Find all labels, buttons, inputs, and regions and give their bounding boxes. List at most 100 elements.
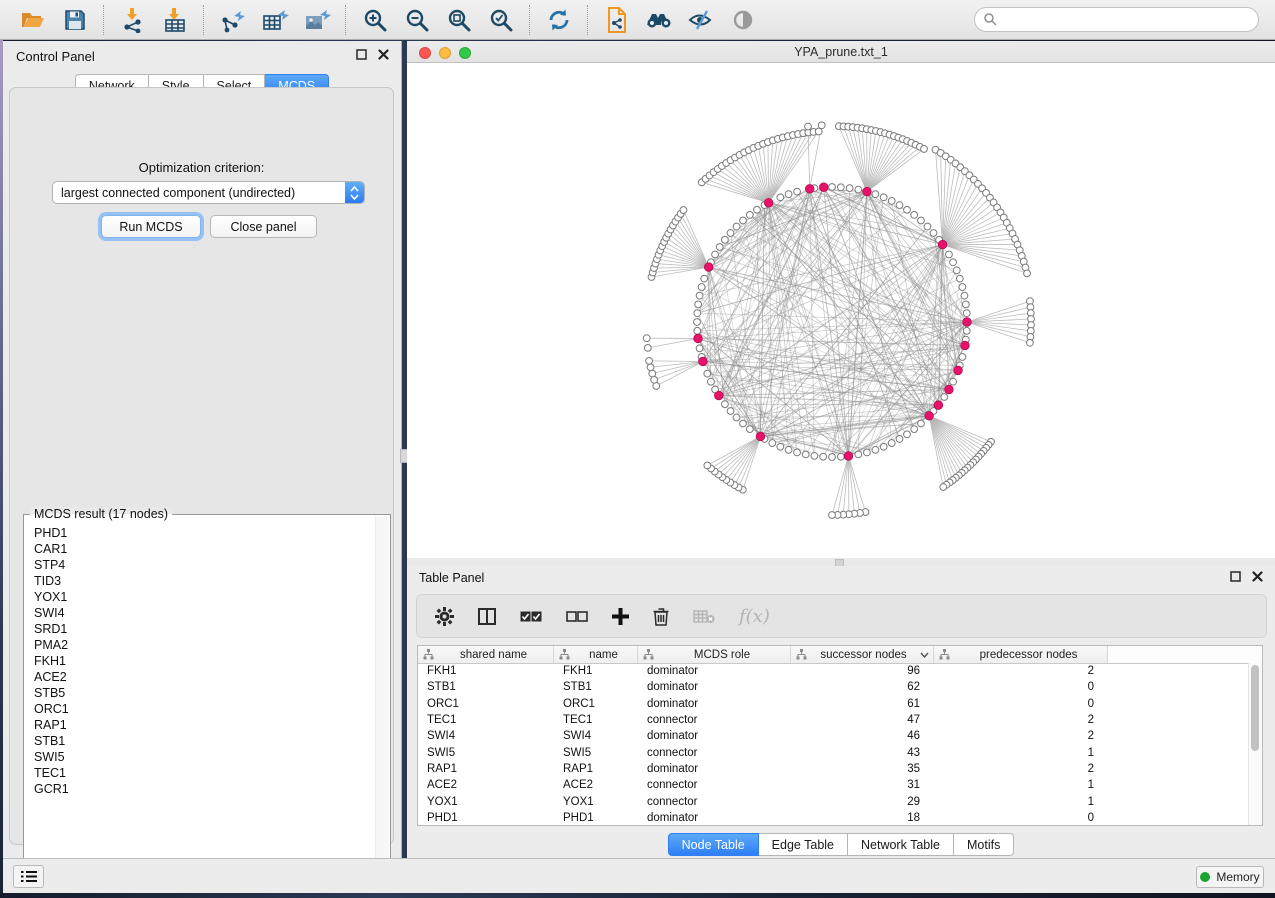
zoom-in-icon[interactable] [360, 6, 390, 34]
mcds-result-item[interactable]: ACE2 [26, 669, 374, 685]
network-window-titlebar[interactable]: YPA_prune.txt_1 [407, 41, 1275, 63]
close-panel-icon[interactable] [378, 49, 389, 60]
graph-node[interactable] [855, 186, 862, 193]
column-header-name[interactable]: name [554, 646, 638, 663]
graph-node[interactable] [727, 230, 734, 237]
graph-hub-node[interactable] [704, 263, 713, 272]
graph-hub-node[interactable] [954, 366, 963, 375]
table-row[interactable]: FKH1FKH1dominator962 [418, 663, 1249, 679]
mcds-result-item[interactable]: GCR1 [26, 781, 374, 797]
graph-hub-node[interactable] [925, 411, 934, 420]
mcds-result-item[interactable]: TID3 [26, 573, 374, 589]
graph-node[interactable] [802, 451, 809, 458]
mcds-result-item[interactable]: TEC1 [26, 765, 374, 781]
graph-node[interactable] [820, 453, 827, 460]
graph-node[interactable] [896, 202, 903, 209]
float-panel-icon[interactable] [356, 49, 367, 60]
mcds-result-item[interactable]: FKH1 [26, 653, 374, 669]
graph-hub-node[interactable] [699, 357, 708, 366]
graph-node[interactable] [911, 426, 918, 433]
mcds-result-item[interactable]: CAR1 [26, 541, 374, 557]
graph-node[interactable] [855, 451, 862, 458]
graph-node[interactable] [746, 426, 753, 433]
graph-node[interactable] [896, 436, 903, 443]
graph-node[interactable] [904, 431, 911, 438]
graph-node[interactable] [701, 275, 708, 282]
table-row[interactable]: RAP1RAP1dominator352 [418, 761, 1249, 777]
graph-hub-node[interactable] [938, 240, 947, 249]
mcds-result-item[interactable]: STB5 [26, 685, 374, 701]
import-table-icon[interactable] [160, 6, 190, 34]
mcds-result-item[interactable]: PHD1 [26, 525, 374, 541]
save-icon[interactable] [60, 6, 90, 34]
add-column-icon[interactable] [612, 608, 629, 625]
graph-node[interactable] [721, 236, 728, 243]
graph-node[interactable] [696, 345, 703, 352]
table-row[interactable]: ORC1ORC1dominator610 [418, 696, 1249, 712]
tab-node-table[interactable]: Node Table [668, 833, 759, 856]
zoom-fit-icon[interactable] [444, 6, 474, 34]
show-columns-icon[interactable] [478, 608, 496, 625]
table-scrollbar[interactable] [1248, 663, 1262, 825]
optimization-criterion-dropdown[interactable]: largest connected component (undirected) [52, 181, 365, 204]
minimize-window-icon[interactable] [439, 47, 451, 59]
tab-network-table[interactable]: Network Table [848, 833, 954, 856]
graph-node[interactable] [695, 301, 702, 308]
graph-node[interactable] [911, 211, 918, 218]
table-scrollbar-thumb[interactable] [1251, 665, 1259, 751]
mcds-result-item[interactable]: SRD1 [26, 621, 374, 637]
mcds-result-item[interactable]: STP4 [26, 557, 374, 573]
graph-node[interactable] [924, 223, 931, 230]
graph-node[interactable] [959, 284, 966, 291]
open-icon[interactable] [18, 6, 48, 34]
graph-node[interactable] [872, 446, 879, 453]
graph-node[interactable] [727, 408, 734, 415]
graph-node[interactable] [941, 394, 948, 401]
graph-node[interactable] [721, 401, 728, 408]
graph-node[interactable] [644, 344, 651, 351]
graph-node[interactable] [918, 217, 925, 224]
graph-node[interactable] [880, 443, 887, 450]
table-row[interactable]: TEC1TEC1connector472 [418, 712, 1249, 728]
result-scrollbar[interactable] [375, 516, 389, 882]
task-history-button[interactable] [13, 865, 44, 888]
graph-node[interactable] [777, 443, 784, 450]
zoom-out-icon[interactable] [402, 6, 432, 34]
network-canvas[interactable] [407, 63, 1275, 558]
graph-node[interactable] [818, 122, 825, 129]
graph-node[interactable] [846, 185, 853, 192]
mcds-result-item[interactable]: SWI4 [26, 605, 374, 621]
select-all-icon[interactable] [520, 610, 542, 623]
graph-node[interactable] [754, 206, 761, 213]
graph-node[interactable] [946, 251, 953, 258]
graph-node[interactable] [963, 327, 970, 334]
export-network-icon[interactable] [218, 6, 248, 34]
graph-node[interactable] [961, 292, 968, 299]
graph-hub-node[interactable] [844, 452, 853, 461]
tab-motifs[interactable]: Motifs [954, 833, 1014, 856]
graph-node[interactable] [921, 146, 928, 153]
mcds-result-item[interactable]: YOX1 [26, 589, 374, 605]
table-row[interactable]: PHD1PHD1dominator180 [418, 810, 1249, 825]
graph-node[interactable] [950, 259, 957, 266]
mcds-result-item[interactable]: RAP1 [26, 717, 374, 733]
export-table-icon[interactable] [260, 6, 290, 34]
graph-hub-node[interactable] [934, 401, 943, 410]
tab-edge-table[interactable]: Edge Table [759, 833, 848, 856]
graph-node[interactable] [785, 446, 792, 453]
mcds-result-item[interactable]: SWI5 [26, 749, 374, 765]
zoom-selected-icon[interactable] [486, 6, 516, 34]
column-header-MCDS-role[interactable]: MCDS role [638, 646, 791, 663]
graph-hub-node[interactable] [961, 341, 970, 350]
column-header-shared-name[interactable]: shared name [418, 646, 554, 663]
graph-node[interactable] [888, 198, 895, 205]
graph-node[interactable] [740, 420, 747, 427]
graph-node[interactable] [930, 230, 937, 237]
graph-node[interactable] [694, 327, 701, 334]
search-network-icon[interactable] [644, 6, 674, 34]
float-panel-icon[interactable] [1230, 571, 1241, 582]
graph-hub-node[interactable] [694, 334, 703, 343]
graph-node[interactable] [777, 194, 784, 201]
graph-node[interactable] [769, 440, 776, 447]
graph-node[interactable] [1027, 339, 1034, 346]
